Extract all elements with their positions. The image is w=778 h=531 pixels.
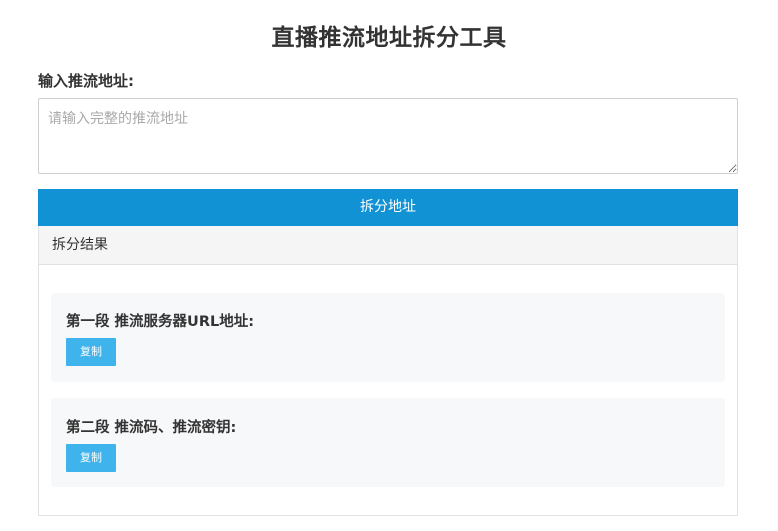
- input-url-label: 输入推流地址:: [38, 72, 134, 90]
- page-root: 直播推流地址拆分工具 输入推流地址: 拆分地址 拆分结果 第一段 推流服务器UR…: [0, 0, 778, 531]
- result-panel: 拆分结果 第一段 推流服务器URL地址: 复制 第二段 推流码、推流密钥: 复制: [38, 226, 738, 516]
- segment-title-server-url: 第一段 推流服务器URL地址:: [66, 314, 255, 330]
- page-title: 直播推流地址拆分工具: [271, 25, 507, 51]
- segment-card-server-url: 第一段 推流服务器URL地址: 复制: [51, 293, 725, 382]
- split-address-button[interactable]: 拆分地址: [38, 189, 738, 226]
- copy-stream-key-button[interactable]: 复制: [66, 444, 116, 472]
- segment-title-stream-key: 第二段 推流码、推流密钥:: [66, 420, 237, 436]
- segment-card-stream-key: 第二段 推流码、推流密钥: 复制: [51, 398, 725, 487]
- result-panel-header: 拆分结果: [39, 226, 737, 265]
- copy-server-url-button[interactable]: 复制: [66, 338, 116, 366]
- push-url-textarea[interactable]: [38, 98, 738, 174]
